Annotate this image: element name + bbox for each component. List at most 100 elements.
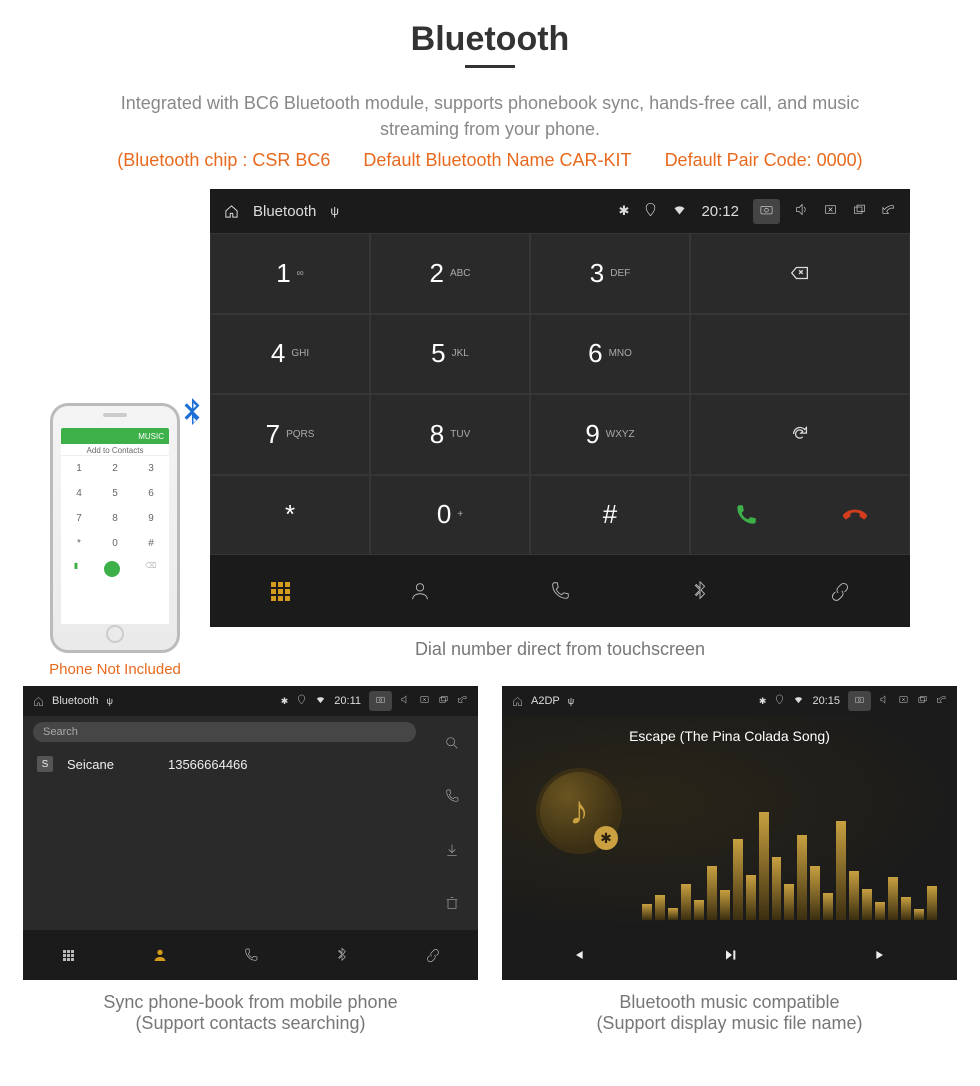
volume-icon[interactable] [400,694,411,708]
tab-call-log[interactable] [205,930,296,980]
music-screenshot: A2DP ψ ✱ 20:15 [502,686,957,980]
tab-contacts[interactable] [350,555,490,627]
statusbar-title: Bluetooth [52,695,98,707]
dialer-screenshot: Bluetooth ψ ✱ 20:12 [210,189,910,627]
tab-pair[interactable] [387,930,478,980]
phone-mock-key: 8 [97,506,133,531]
side-call-icon[interactable] [426,770,478,824]
phone-mock-key: 3 [133,456,169,481]
dialer-key-#[interactable]: # [530,475,690,556]
back-icon[interactable] [457,694,468,708]
phone-mock-key: 9 [133,506,169,531]
phone-mock-key: # [133,531,169,556]
phonebook-screenshot: Bluetooth ψ ✱ 20:11 [23,686,478,980]
usb-icon: ψ [568,696,574,706]
home-icon[interactable] [224,204,239,219]
search-input[interactable]: Search [33,722,416,742]
dialer-key-*[interactable]: * [210,475,370,556]
spec-chip: (Bluetooth chip : CSR BC6 [117,150,330,170]
music-note-icon: ♪ [569,789,589,834]
call-hangup-button[interactable] [800,502,909,528]
close-app-icon[interactable] [419,694,430,708]
home-icon[interactable] [512,696,523,707]
side-down-icon[interactable] [426,823,478,877]
bluetooth-badge-icon: ✱ [594,826,618,850]
backspace-button[interactable] [690,233,910,314]
music-caption: Bluetooth music compatible (Support disp… [596,980,862,1052]
dialer-key-4[interactable]: 4GHI [210,314,370,395]
prev-track-button[interactable] [502,947,654,963]
play-pause-button[interactable] [654,947,806,963]
spec-name: Default Bluetooth Name CAR-KIT [363,150,631,170]
phone-mock-video-icon: ▮ [74,561,78,577]
tab-bluetooth[interactable] [630,555,770,627]
back-icon[interactable] [881,202,896,221]
close-app-icon[interactable] [823,202,838,221]
song-title: Escape (The Pina Colada Song) [629,728,830,744]
recent-apps-icon[interactable] [438,694,449,708]
tab-bluetooth[interactable] [296,930,387,980]
dialer-key-3[interactable]: 3DEF [530,233,690,314]
call-answer-button[interactable] [691,502,800,528]
camera-icon[interactable] [753,199,780,224]
phone-mock-key: 4 [61,481,97,506]
clock-text: 20:12 [701,203,739,220]
phone-mock-key: 2 [97,456,133,481]
album-art: ♪ ✱ [536,768,622,854]
volume-icon[interactable] [794,202,809,221]
dialer-key-6[interactable]: 6MNO [530,314,690,395]
home-icon[interactable] [33,696,44,707]
phone-mock-key: 0 [97,531,133,556]
phone-mock-key: * [61,531,97,556]
contact-name: Seicane [67,757,114,772]
dialer-key-8[interactable]: 8TUV [370,394,530,475]
title-underline [465,65,515,68]
dialer-key-7[interactable]: 7PQRS [210,394,370,475]
camera-icon[interactable] [369,691,392,711]
side-delete-icon[interactable] [426,877,478,931]
back-icon[interactable] [936,694,947,708]
next-track-button[interactable] [805,947,957,963]
dialer-key-5[interactable]: 5JKL [370,314,530,395]
tab-call-log[interactable] [490,555,630,627]
bluetooth-status-icon: ✱ [619,203,630,219]
wifi-icon [672,202,687,221]
camera-icon[interactable] [848,691,871,711]
phonebook-caption: Sync phone-book from mobile phone (Suppo… [103,980,397,1052]
statusbar-title: A2DP [531,695,560,707]
refresh-button[interactable] [690,394,910,475]
phone-mock-key: 5 [97,481,133,506]
dialer-key-9[interactable]: 9WXYZ [530,394,690,475]
tab-dialpad[interactable] [210,555,350,627]
clock-text: 20:11 [334,695,361,707]
dialer-caption: Dial number direct from touchscreen [210,627,910,678]
phone-mock-key: 7 [61,506,97,531]
dialer-key-0[interactable]: 0+ [370,475,530,556]
side-search-icon[interactable] [426,716,478,770]
page-title: Bluetooth [30,20,950,59]
blank-cell [690,314,910,395]
dialer-key-1[interactable]: 1∞ [210,233,370,314]
call-row [690,475,910,556]
wifi-icon [315,694,326,708]
page-description: Integrated with BC6 Bluetooth module, su… [80,90,900,142]
location-icon [774,694,785,708]
phone-mock-topbar: MUSIC [61,428,169,444]
recent-apps-icon[interactable] [852,202,867,221]
phone-mock-call-button [104,561,120,577]
bluetooth-status-icon: ✱ [759,696,767,707]
close-app-icon[interactable] [898,694,909,708]
tab-dialpad[interactable] [23,930,114,980]
recent-apps-icon[interactable] [917,694,928,708]
wifi-icon [793,694,804,708]
tab-pair[interactable] [770,555,910,627]
tab-contacts[interactable] [114,930,205,980]
phone-mock-backspace-icon: ⌫ [145,561,156,577]
phone-mock-key: 6 [133,481,169,506]
dialer-key-2[interactable]: 2ABC [370,233,530,314]
volume-icon[interactable] [879,694,890,708]
phone-mock-key: 1 [61,456,97,481]
smartphone-mock: MUSIC Add to Contacts 123 456 789 *0# ▮ ⌫ [50,403,180,653]
phone-mock-add-contacts: Add to Contacts [61,444,169,456]
contact-row[interactable]: S Seicane 13566664466 [23,748,426,780]
